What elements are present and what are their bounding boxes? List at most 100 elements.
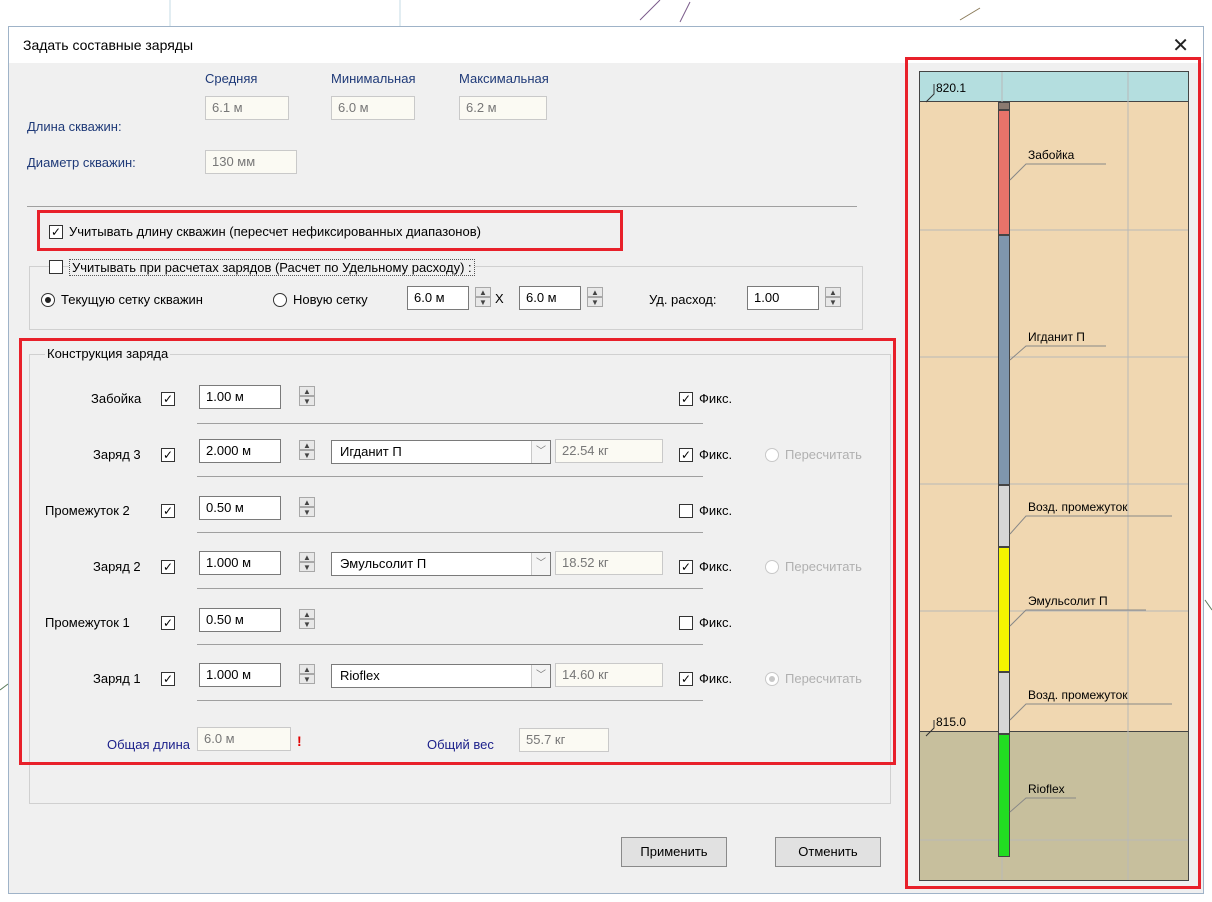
current-grid-label: Текущую сетку скважин (61, 292, 203, 307)
length-spinner-charge3[interactable]: ▲ ▼ (299, 440, 315, 462)
bottom-level-label: 815.0 (936, 715, 967, 729)
row-enable-checkbox-charge2[interactable]: ✓ (161, 560, 175, 574)
new-grid-radio[interactable] (273, 293, 287, 307)
hole-length-avg: 6.1 м (205, 96, 289, 120)
fix-label-gap2: Фикс. (699, 503, 733, 518)
recalc-label-charge2: Пересчитать (785, 559, 862, 574)
row-enable-checkbox-stemming[interactable]: ✓ (161, 392, 175, 406)
fix-checkbox-gap2[interactable] (679, 504, 693, 518)
row-label-charge3: Заряд 3 (93, 447, 141, 462)
length-input-charge1[interactable]: 1.000 м (199, 663, 281, 687)
row-separator (197, 644, 703, 645)
row-enable-checkbox-charge3[interactable]: ✓ (161, 448, 175, 462)
hole-length-label: Длина скважин: (27, 119, 122, 134)
header-max: Максимальная (459, 71, 549, 86)
fix-label-charge3: Фикс. (699, 447, 733, 462)
warning-icon: ! (297, 733, 302, 749)
explosive-select-charge1[interactable]: Rioflex ﹀ (331, 664, 551, 688)
row-label-gap2: Промежуток 2 (45, 503, 130, 518)
row-enable-checkbox-gap1[interactable]: ✓ (161, 616, 175, 630)
grid-y-input[interactable]: 6.0 м (519, 286, 581, 310)
row-label-charge2: Заряд 2 (93, 559, 141, 574)
chevron-down-icon[interactable]: ﹀ (531, 553, 550, 575)
recalc-radio-charge1[interactable] (765, 672, 779, 686)
row-enable-checkbox-gap2[interactable]: ✓ (161, 504, 175, 518)
fix-checkbox-charge1[interactable]: ✓ (679, 672, 693, 686)
chevron-down-icon[interactable]: ﹀ (531, 441, 550, 463)
recalc-radio-charge3[interactable] (765, 448, 779, 462)
consider-calc-label: Учитывать при расчетах зарядов (Расчет п… (69, 259, 475, 276)
consider-length-label: Учитывать длину скважин (пересчет нефикс… (69, 224, 481, 239)
grid-x-spinner[interactable]: ▲ ▼ (475, 287, 491, 309)
length-spinner-gap1[interactable]: ▲ ▼ (299, 609, 315, 631)
length-spinner-charge2[interactable]: ▲ ▼ (299, 552, 315, 574)
hole-length-max: 6.2 м (459, 96, 547, 120)
explosive-value-charge1: Rioflex (340, 668, 380, 683)
dialog-title: Задать составные заряды (23, 37, 194, 53)
weight-charge2: 18.52 кг (555, 551, 663, 575)
grid-x-input[interactable]: 6.0 м (407, 286, 469, 310)
header-avg: Средняя (205, 71, 258, 86)
fix-label-stemming: Фикс. (699, 391, 733, 406)
length-input-gap1[interactable]: 0.50 м (199, 608, 281, 632)
chevron-down-icon[interactable]: ﹀ (531, 665, 550, 687)
fix-label-charge2: Фикс. (699, 559, 733, 574)
recalc-label-charge1: Пересчитать (785, 671, 862, 686)
annotation-igdanit: Игданит П (1028, 330, 1085, 344)
annotation-leaders (925, 84, 1172, 813)
length-spinner-gap2[interactable]: ▲ ▼ (299, 497, 315, 519)
explosive-select-charge2[interactable]: Эмульсолит П ﹀ (331, 552, 551, 576)
length-spinner-charge1[interactable]: ▲ ▼ (299, 664, 315, 686)
length-spinner-stemming[interactable]: ▲ ▼ (299, 386, 315, 408)
length-input-gap2[interactable]: 0.50 м (199, 496, 281, 520)
fix-checkbox-charge2[interactable]: ✓ (679, 560, 693, 574)
recalc-radio-charge2[interactable] (765, 560, 779, 574)
row-separator (197, 476, 703, 477)
total-weight-label: Общий вес (427, 737, 494, 752)
recalc-label-charge3: Пересчитать (785, 447, 862, 462)
new-grid-label: Новую сетку (293, 292, 368, 307)
consider-calc-checkbox[interactable] (49, 260, 63, 274)
row-separator (197, 532, 703, 533)
row-separator (197, 588, 703, 589)
close-icon[interactable]: ✕ (1172, 33, 1189, 58)
annotation-rioflex: Rioflex (1028, 782, 1065, 796)
fix-checkbox-gap1[interactable] (679, 616, 693, 630)
explosive-value-charge3: Игданит П (340, 444, 402, 459)
row-label-gap1: Промежуток 1 (45, 615, 130, 630)
grid-y-spinner[interactable]: ▲ ▼ (587, 287, 603, 309)
fix-checkbox-charge3[interactable]: ✓ (679, 448, 693, 462)
explosive-select-charge3[interactable]: Игданит П ﹀ (331, 440, 551, 464)
length-input-charge2[interactable]: 1.000 м (199, 551, 281, 575)
row-label-stemming: Забойка (91, 391, 142, 406)
specific-consumption-spinner[interactable]: ▲ ▼ (825, 287, 841, 309)
grid-times-label: X (495, 291, 504, 306)
hole-length-min: 6.0 м (331, 96, 415, 120)
total-length-label: Общая длина (107, 737, 190, 752)
row-label-charge1: Заряд 1 (93, 671, 141, 686)
fix-checkbox-stemming[interactable]: ✓ (679, 392, 693, 406)
cancel-button[interactable]: Отменить (775, 837, 881, 867)
apply-button[interactable]: Применить (621, 837, 727, 867)
specific-consumption-input[interactable]: 1.00 (747, 286, 819, 310)
length-input-stemming[interactable]: 1.00 м (199, 385, 281, 409)
top-level-label: 820.1 (936, 81, 967, 95)
total-weight-value: 55.7 кг (519, 728, 609, 752)
explosive-value-charge2: Эмульсолит П (340, 556, 427, 571)
borehole-diagram: 820.1 815.0 Забойка Игданит П Возд. пром… (919, 71, 1189, 881)
construction-group-label: Конструкция заряда (45, 346, 171, 361)
annotation-emulsolit: Эмульсолит П (1028, 594, 1108, 608)
separator (27, 206, 857, 207)
fix-label-charge1: Фикс. (699, 671, 733, 686)
fix-label-gap1: Фикс. (699, 615, 733, 630)
consider-length-checkbox[interactable]: ✓ (49, 225, 63, 239)
row-separator (197, 423, 703, 424)
total-length-value: 6.0 м (197, 727, 291, 751)
row-enable-checkbox-charge1[interactable]: ✓ (161, 672, 175, 686)
current-grid-radio[interactable] (41, 293, 55, 307)
length-input-charge3[interactable]: 2.000 м (199, 439, 281, 463)
weight-charge1: 14.60 кг (555, 663, 663, 687)
annotation-stemming: Забойка (1028, 148, 1075, 162)
row-separator (197, 700, 703, 701)
header-min: Минимальная (331, 71, 416, 86)
